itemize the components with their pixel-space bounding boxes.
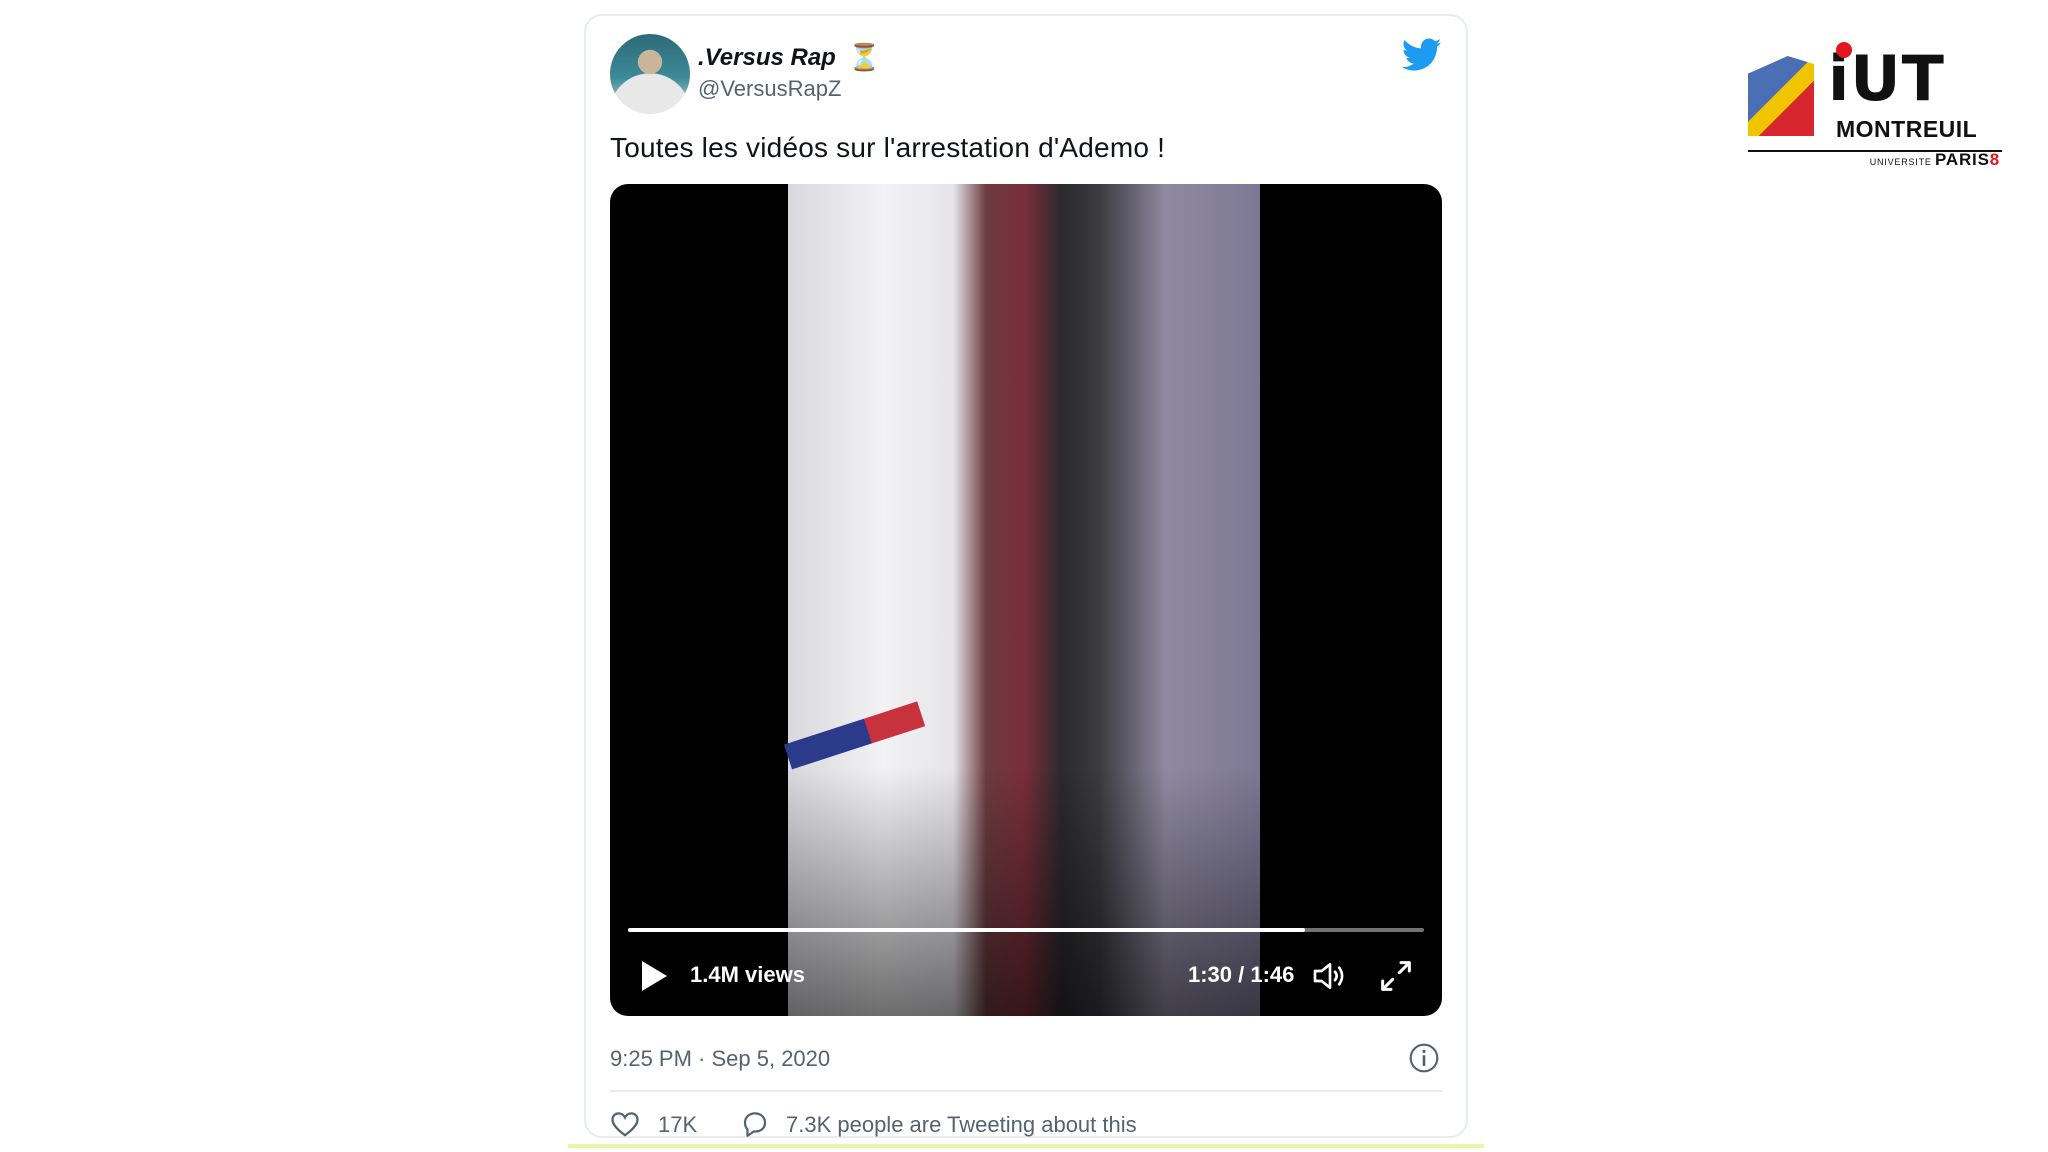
- iut-logo-university: UNIVERSITE PARIS8: [1870, 150, 2000, 170]
- hourglass-badge: ⏳: [848, 42, 881, 72]
- like-count[interactable]: 17K: [658, 1112, 697, 1138]
- iut-university-prefix: UNIVERSITE: [1869, 157, 1932, 167]
- iut-university-number: 8: [1989, 150, 2000, 169]
- fullscreen-icon[interactable]: [1376, 956, 1416, 996]
- info-icon[interactable]: [1408, 1042, 1440, 1074]
- video-progress-bar[interactable]: [628, 928, 1424, 932]
- tweet-timestamp[interactable]: 9:25 PM · Sep 5, 2020: [610, 1046, 830, 1072]
- volume-icon[interactable]: [1310, 956, 1350, 996]
- tweeting-about-link[interactable]: 7.3K people are Tweeting about this: [786, 1112, 1137, 1138]
- divider: [610, 1090, 1442, 1092]
- video-views: 1.4M views: [690, 962, 805, 987]
- avatar[interactable]: [610, 34, 690, 114]
- video-frame[interactable]: [788, 184, 1260, 1016]
- tweet-card[interactable]: .Versus Rap ⏳ @VersusRapZ Toutes les vid…: [584, 14, 1468, 1138]
- video-progress-fill: [628, 928, 1305, 932]
- accent-underline: [568, 1144, 1484, 1148]
- iut-university-paris: PARIS: [1935, 150, 1990, 169]
- video-time: 1:30 / 1:46: [1188, 962, 1295, 987]
- play-icon[interactable]: [632, 956, 672, 996]
- display-name[interactable]: .Versus Rap: [698, 44, 836, 72]
- iut-dot-icon: [1836, 42, 1852, 58]
- slide: .Versus Rap ⏳ @VersusRapZ Toutes les vid…: [0, 0, 2048, 1152]
- tweet-text: Toutes les vidéos sur l'arrestation d'Ad…: [610, 132, 1166, 163]
- video-player[interactable]: 1.4M views 1:30 / 1:46: [610, 184, 1442, 1016]
- iut-montreuil-logo: iUT MONTREUIL UNIVERSITE PARIS8: [1748, 38, 2002, 170]
- twitter-bird-icon[interactable]: [1402, 38, 1442, 72]
- reply-bubble-icon[interactable]: [740, 1110, 770, 1138]
- handle[interactable]: @VersusRapZ: [698, 76, 841, 102]
- iut-emblem-icon: [1748, 56, 1814, 136]
- iut-university-name: PARIS8: [1935, 150, 2000, 169]
- iut-logo-city: MONTREUIL: [1836, 116, 1978, 142]
- heart-icon[interactable]: [610, 1110, 640, 1138]
